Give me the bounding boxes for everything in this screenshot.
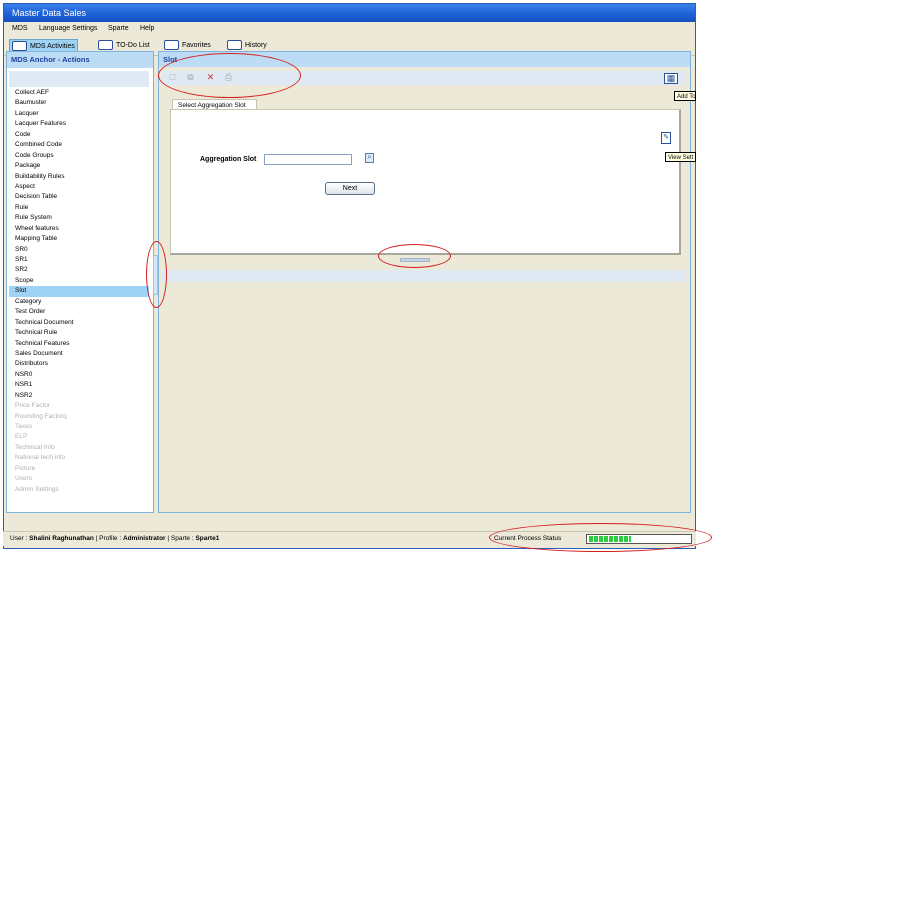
- menu-mds[interactable]: MDS: [12, 25, 28, 32]
- list-item[interactable]: Buildability Rules: [9, 172, 149, 182]
- list-item: Users: [15, 475, 32, 483]
- list-item[interactable]: NSR2: [9, 391, 149, 401]
- copy-icon[interactable]: ⧉: [185, 72, 196, 83]
- add-to-grid-icon[interactable]: ▦: [664, 73, 678, 84]
- print-icon[interactable]: ⎙: [223, 72, 234, 83]
- progress-fill: [589, 536, 631, 542]
- profile-name: Administrator: [122, 535, 166, 542]
- list-item[interactable]: Baumuster: [9, 98, 149, 108]
- main-panel-title: Slot: [159, 52, 690, 67]
- list-item[interactable]: Wheel features: [9, 224, 149, 234]
- left-panel-title: MDS Anchor - Actions: [7, 52, 153, 68]
- collapse-handle[interactable]: [400, 258, 430, 262]
- next-button[interactable]: Next: [325, 182, 375, 195]
- list-item: Taxes: [15, 423, 32, 430]
- menu-sparte[interactable]: Sparte: [108, 25, 129, 32]
- list-item[interactable]: Technical Document: [9, 318, 149, 328]
- action-list: Collect AEF Baumuster Lacquer Lacquer Featu…: [9, 88, 149, 495]
- list-item[interactable]: SR1: [9, 255, 149, 265]
- list-item[interactable]: Collect AEF: [9, 88, 149, 98]
- list-item[interactable]: Slot: [9, 286, 149, 297]
- list-item[interactable]: Lacquer Features: [9, 119, 149, 129]
- list-item[interactable]: Combined Code: [9, 140, 149, 150]
- menu-language-settings[interactable]: Language Settings: [39, 25, 97, 32]
- menu-bar: MDS Language Settings Sparte Help: [4, 22, 695, 36]
- delete-icon[interactable]: ✕: [205, 72, 216, 83]
- list-item[interactable]: Lacquer: [9, 109, 149, 119]
- window-icon: [164, 40, 179, 51]
- list-item: Technical Info: [15, 443, 55, 451]
- sparte-name: Sparte1: [195, 535, 220, 542]
- add-to-tooltip: Add To: [674, 91, 696, 101]
- aggregation-slot-input[interactable]: [264, 154, 352, 165]
- list-item[interactable]: Rule System: [9, 213, 149, 223]
- lookup-icon[interactable]: ⌕: [365, 153, 374, 163]
- aggregation-slot-label: Aggregation Slot: [200, 156, 257, 163]
- user-name: Shalini Raghunathan: [29, 535, 94, 542]
- status-bar: User : Shalini Raghunathan | Profile : A…: [3, 531, 696, 546]
- list-item[interactable]: Category: [9, 297, 149, 307]
- view-settings-tooltip: View Sett: [665, 152, 696, 162]
- left-panel-strip: [9, 71, 149, 87]
- list-item: Picture: [15, 464, 36, 472]
- window-icon: [227, 40, 242, 51]
- list-item: Rounding Factorq: [15, 412, 67, 420]
- list-item[interactable]: Code Groups: [9, 151, 149, 161]
- list-item[interactable]: Distributors: [9, 359, 149, 369]
- toolbar: □ ⧉ ✕ ⎙ ▦: [161, 71, 686, 85]
- list-item[interactable]: Mapping Table: [9, 234, 149, 244]
- user-status: User : Shalini Raghunathan | Profile : A…: [10, 535, 220, 542]
- list-item: National tech info: [15, 454, 66, 462]
- left-panel: MDS Anchor - Actions Collect AEF Baumuste…: [6, 51, 154, 513]
- list-item[interactable]: Code: [9, 130, 149, 140]
- list-item[interactable]: Package: [9, 161, 149, 171]
- list-item[interactable]: Aspect: [9, 182, 149, 192]
- menu-help[interactable]: Help: [140, 25, 154, 32]
- list-item[interactable]: Test Order: [9, 307, 149, 317]
- list-item[interactable]: SR2: [9, 265, 149, 275]
- list-item[interactable]: Technical Rule: [9, 328, 149, 338]
- list-item[interactable]: NSR0: [9, 370, 149, 380]
- process-progress-bar: [586, 534, 692, 544]
- window-icon: [12, 41, 27, 52]
- list-item[interactable]: Rule: [9, 203, 149, 213]
- list-item: ELP: [15, 433, 28, 441]
- window-icon: [98, 40, 113, 51]
- list-item[interactable]: SR0: [9, 245, 149, 255]
- list-item[interactable]: Technical Features: [9, 339, 149, 349]
- process-status-label: Current Process Status: [494, 535, 562, 542]
- lower-panel-strip: [162, 270, 685, 282]
- list-item[interactable]: NSR1: [9, 380, 149, 390]
- list-item[interactable]: Scope: [9, 276, 149, 286]
- list-item[interactable]: Decision Table: [9, 192, 149, 202]
- list-item[interactable]: Sales Document: [9, 349, 149, 359]
- window-title: Master Data Sales: [4, 4, 695, 22]
- list-item: Admin Settings: [15, 485, 59, 493]
- list-item: Price Factor: [15, 402, 51, 410]
- new-document-icon[interactable]: □: [167, 72, 178, 83]
- form-area: Aggregation Slot ⌕ Next ✎: [170, 109, 681, 255]
- main-panel: Slot □ ⧉ ✕ ⎙ ▦ Select Aggregation Slot A…: [158, 51, 691, 513]
- view-settings-icon[interactable]: ✎: [661, 132, 671, 144]
